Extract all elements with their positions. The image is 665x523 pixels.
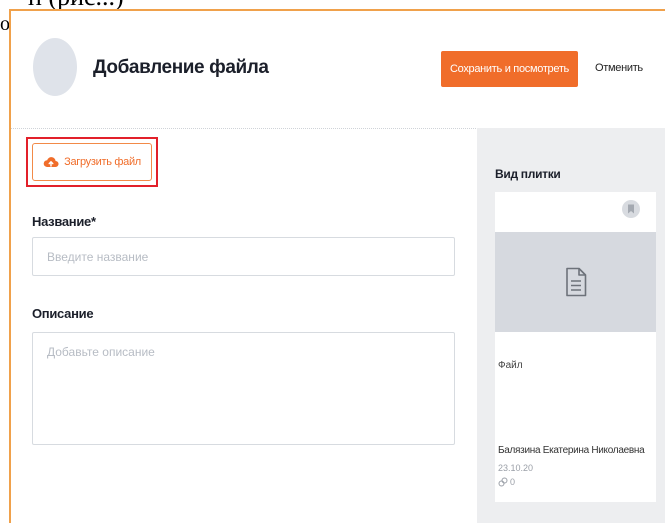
tile-author: Балязина Екатерина Николаевна bbox=[498, 445, 645, 456]
tile-preview-card: Файл Балязина Екатерина Николаевна 23.10… bbox=[495, 192, 656, 502]
tile-file-name: Файл bbox=[498, 360, 523, 371]
tile-thumbnail bbox=[495, 232, 656, 332]
name-label: Название* bbox=[32, 214, 96, 229]
cloud-upload-icon bbox=[43, 156, 59, 168]
document-icon bbox=[564, 267, 588, 297]
avatar bbox=[33, 38, 77, 96]
cancel-button[interactable]: Отменить bbox=[595, 62, 643, 74]
name-input[interactable] bbox=[32, 237, 455, 276]
upload-file-button[interactable]: Загрузить файл bbox=[32, 143, 152, 181]
views-icon bbox=[498, 477, 508, 487]
tile-meta: 0 bbox=[498, 477, 515, 487]
upload-file-label: Загрузить файл bbox=[64, 156, 141, 168]
bookmark-icon[interactable] bbox=[622, 200, 640, 218]
description-input[interactable] bbox=[32, 332, 455, 445]
header-divider bbox=[11, 128, 476, 129]
description-label: Описание bbox=[32, 306, 94, 321]
save-and-view-button[interactable]: Сохранить и посмотреть bbox=[441, 51, 578, 87]
tile-count: 0 bbox=[510, 477, 516, 487]
tile-view-heading: Вид плитки bbox=[495, 167, 561, 181]
page-title: Добавление файла bbox=[93, 57, 269, 78]
tile-date: 23.10.20 bbox=[498, 463, 534, 473]
